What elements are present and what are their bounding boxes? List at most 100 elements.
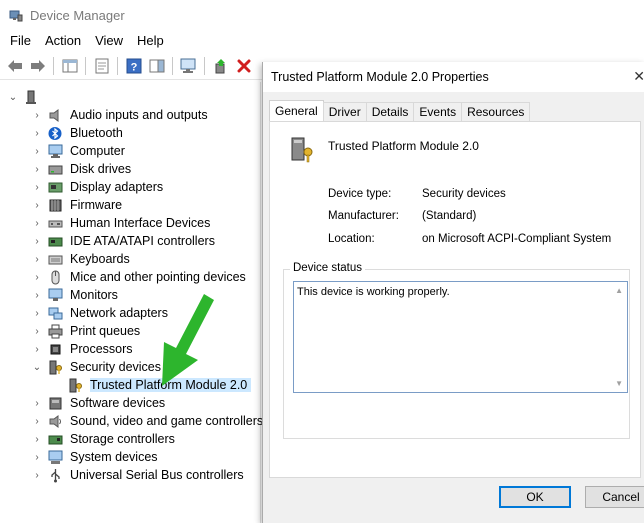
chevron-right-icon[interactable]: › <box>32 416 42 427</box>
tree-category[interactable]: › Computer <box>32 142 125 160</box>
chevron-right-icon[interactable]: › <box>32 272 42 283</box>
computer-root-icon <box>24 90 40 105</box>
properties-sheet-icon[interactable] <box>91 55 113 77</box>
chevron-right-icon[interactable]: › <box>32 200 42 211</box>
manufacturer-value: (Standard) <box>422 210 477 222</box>
tree-item-label: Audio inputs and outputs <box>70 108 208 122</box>
tree-category[interactable]: › Human Interface Devices <box>32 214 210 232</box>
window-title: Device Manager <box>30 7 125 23</box>
menu-action[interactable]: Action <box>38 30 88 52</box>
toolbar-separator <box>85 57 86 75</box>
chevron-right-icon[interactable]: › <box>32 290 42 301</box>
general-tab-panel: Trusted Platform Module 2.0 Device type:… <box>269 121 641 478</box>
tree-category[interactable]: › Firmware <box>32 196 122 214</box>
tree-category[interactable]: › Disk drives <box>32 160 131 178</box>
tab-details[interactable]: Details <box>365 102 415 122</box>
tree-category[interactable]: › Mice and other pointing devices <box>32 268 246 286</box>
tpm-key-icon <box>68 378 84 393</box>
system-device-icon <box>48 450 64 465</box>
tree-category[interactable]: › Audio inputs and outputs <box>32 106 208 124</box>
tab-general[interactable]: General <box>269 100 324 122</box>
toolbar-separator <box>117 57 118 75</box>
chevron-right-icon[interactable]: › <box>32 164 42 175</box>
scan-hardware-icon[interactable] <box>178 55 200 77</box>
tree-item-label: Keyboards <box>70 252 130 266</box>
chevron-right-icon[interactable]: › <box>32 146 42 157</box>
device-status-textbox[interactable]: This device is working properly. ▲ ▼ <box>293 281 628 393</box>
tree-category[interactable]: › Universal Serial Bus controllers <box>32 466 244 484</box>
chevron-right-icon[interactable]: › <box>32 218 42 229</box>
tree-item-label: Computer <box>70 144 125 158</box>
tree-category[interactable]: › Print queues <box>32 322 140 340</box>
tree-item-label: Monitors <box>70 288 118 302</box>
ok-button[interactable]: OK <box>499 486 571 508</box>
tpm-device-icon <box>290 136 316 164</box>
location-label: Location: <box>328 233 375 245</box>
tab-resources[interactable]: Resources <box>461 102 531 122</box>
chevron-right-icon[interactable]: › <box>32 434 42 445</box>
device-name: Trusted Platform Module 2.0 <box>328 139 479 153</box>
hid-icon <box>48 216 64 231</box>
chevron-right-icon[interactable]: › <box>32 308 42 319</box>
update-driver-icon[interactable] <box>210 55 232 77</box>
tree-root-computer[interactable]: ⌄ <box>8 88 46 106</box>
help-icon[interactable]: ? <box>123 55 145 77</box>
close-icon[interactable]: ✕ <box>633 68 644 85</box>
chevron-right-icon[interactable]: › <box>32 452 42 463</box>
tree-category[interactable]: ⌄ Security devices <box>32 358 161 376</box>
menu-view[interactable]: View <box>88 30 130 52</box>
tree-category[interactable]: › Keyboards <box>32 250 130 268</box>
forward-arrow-icon[interactable] <box>27 55 49 77</box>
scroll-up-icon[interactable]: ▲ <box>615 286 623 295</box>
tree-item-label: Disk drives <box>70 162 132 176</box>
dialog-title: Trusted Platform Module 2.0 Properties <box>271 70 489 84</box>
tree-item-label: Software devices <box>70 396 166 410</box>
location-value: on Microsoft ACPI-Compliant System <box>422 233 612 245</box>
chevron-right-icon[interactable]: › <box>32 326 42 337</box>
processor-icon <box>48 342 64 357</box>
tree-item-label: Print queues <box>70 324 141 338</box>
uninstall-device-icon[interactable] <box>233 55 255 77</box>
tree-item-label: Firmware <box>70 198 123 212</box>
chevron-right-icon[interactable]: › <box>32 128 42 139</box>
tab-driver[interactable]: Driver <box>322 102 367 122</box>
device-type-label: Device type: <box>328 188 392 200</box>
tree-category[interactable]: › Sound, video and game controllers <box>32 412 263 430</box>
device-manager-icon <box>9 8 23 22</box>
scroll-down-icon[interactable]: ▼ <box>615 379 623 388</box>
tree-category[interactable]: › Software devices <box>32 394 165 412</box>
chevron-right-icon[interactable]: › <box>32 398 42 409</box>
tree-category[interactable]: › Monitors <box>32 286 118 304</box>
tree-category[interactable]: › Display adapters <box>32 178 163 196</box>
svg-text:?: ? <box>131 62 138 74</box>
tree-item-label: Universal Serial Bus controllers <box>70 468 244 482</box>
chevron-right-icon[interactable]: › <box>32 470 42 481</box>
usb-icon <box>48 468 64 483</box>
chevron-right-icon[interactable]: › <box>32 182 42 193</box>
tree-category[interactable]: › Processors <box>32 340 132 358</box>
menu-help[interactable]: Help <box>130 30 171 52</box>
tree-item-label: Bluetooth <box>70 126 123 140</box>
tree-category[interactable]: › IDE ATA/ATAPI controllers <box>32 232 215 250</box>
show-hide-tree-icon[interactable] <box>59 55 81 77</box>
menu-file[interactable]: File <box>3 30 38 52</box>
dialog-tabs: General Driver Details Events Resources <box>269 100 531 122</box>
tree-category[interactable]: › System devices <box>32 448 158 466</box>
security-device-icon <box>48 360 64 375</box>
chevron-right-icon[interactable]: › <box>32 236 42 247</box>
tab-events[interactable]: Events <box>413 102 463 122</box>
tree-category[interactable]: › Bluetooth <box>32 124 123 142</box>
chevron-right-icon[interactable]: › <box>32 110 42 121</box>
tree-item-label: IDE ATA/ATAPI controllers <box>70 234 215 248</box>
chevron-right-icon[interactable]: › <box>32 344 42 355</box>
device-type-value: Security devices <box>422 188 506 200</box>
cancel-button[interactable]: Cancel <box>585 486 644 508</box>
chevron-down-icon[interactable]: ⌄ <box>32 362 42 373</box>
chevron-down-icon[interactable]: ⌄ <box>8 92 18 103</box>
tree-category[interactable]: › Storage controllers <box>32 430 175 448</box>
green-arrow-annotation <box>162 294 214 386</box>
title-bar: Device Manager <box>0 0 644 30</box>
chevron-right-icon[interactable]: › <box>32 254 42 265</box>
action-pane-icon[interactable] <box>146 55 168 77</box>
back-arrow-icon[interactable] <box>4 55 26 77</box>
